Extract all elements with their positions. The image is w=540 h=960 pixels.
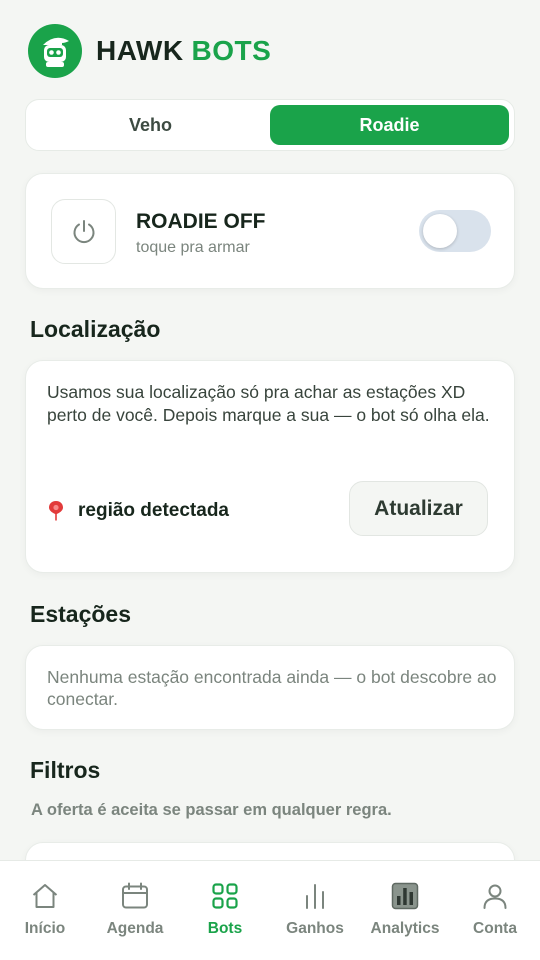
- bot-tabs: Veho Roadie: [25, 99, 515, 151]
- home-icon: [32, 884, 58, 908]
- update-location-button[interactable]: Atualizar: [349, 481, 488, 536]
- filters-section-title: Filtros: [30, 757, 101, 783]
- power-icon: [73, 219, 94, 243]
- nav-item-agenda[interactable]: Agenda: [90, 861, 180, 960]
- location-section-title: Localização: [30, 316, 161, 342]
- location-card: Usamos sua localização só pra achar as e…: [25, 360, 515, 573]
- power-button[interactable]: [51, 199, 116, 264]
- nav-label-analytics: Analytics: [370, 920, 440, 937]
- analytics-icon: [391, 882, 419, 910]
- filters-subtitle: A oferta é aceita se passar em qualquer …: [31, 801, 392, 819]
- stations-empty-text: Nenhuma estação encontrada ainda — o bot…: [47, 667, 497, 709]
- bars-icon: [306, 884, 324, 909]
- robot-hawk-icon: [28, 24, 82, 78]
- app-header: HAWK BOTS: [28, 24, 271, 78]
- nav-label-agenda: Agenda: [106, 920, 164, 937]
- bottom-nav: Início Agenda Bots Ganhos Analytics Cont…: [0, 860, 540, 960]
- tab-veho[interactable]: Veho: [31, 105, 270, 145]
- nav-item-inicio[interactable]: Início: [0, 861, 90, 960]
- nav-item-ganhos[interactable]: Ganhos: [270, 861, 360, 960]
- nav-item-bots[interactable]: Bots: [180, 861, 270, 960]
- calendar-icon: [122, 882, 148, 909]
- brand-name-part2: BOTS: [191, 35, 272, 66]
- stations-section-title: Estações: [30, 601, 132, 627]
- tab-roadie[interactable]: Roadie: [270, 105, 509, 145]
- location-description: Usamos sua localização só pra achar as e…: [47, 382, 490, 425]
- power-status-subtitle: toque pra armar: [136, 239, 250, 256]
- power-card: ROADIE OFF toque pra armar: [25, 173, 515, 289]
- nav-label-ganhos: Ganhos: [286, 920, 344, 937]
- stations-card: Nenhuma estação encontrada ainda — o bot…: [25, 645, 515, 730]
- brand-name-part1: HAWK: [96, 35, 184, 66]
- detected-region: região detectada: [78, 500, 229, 521]
- power-status-title: ROADIE OFF: [136, 210, 266, 233]
- brand-name: HAWK BOTS: [96, 35, 271, 67]
- nav-item-analytics[interactable]: Analytics: [360, 861, 450, 960]
- toggle-knob: [423, 214, 457, 248]
- nav-label-conta: Conta: [473, 920, 517, 937]
- nav-label-bots: Bots: [207, 920, 243, 937]
- user-icon: [483, 884, 507, 909]
- nav-item-conta[interactable]: Conta: [450, 861, 540, 960]
- grid-icon: [212, 883, 238, 909]
- power-toggle[interactable]: [419, 210, 491, 252]
- location-pin-icon: [49, 501, 63, 521]
- nav-label-inicio: Início: [24, 920, 66, 937]
